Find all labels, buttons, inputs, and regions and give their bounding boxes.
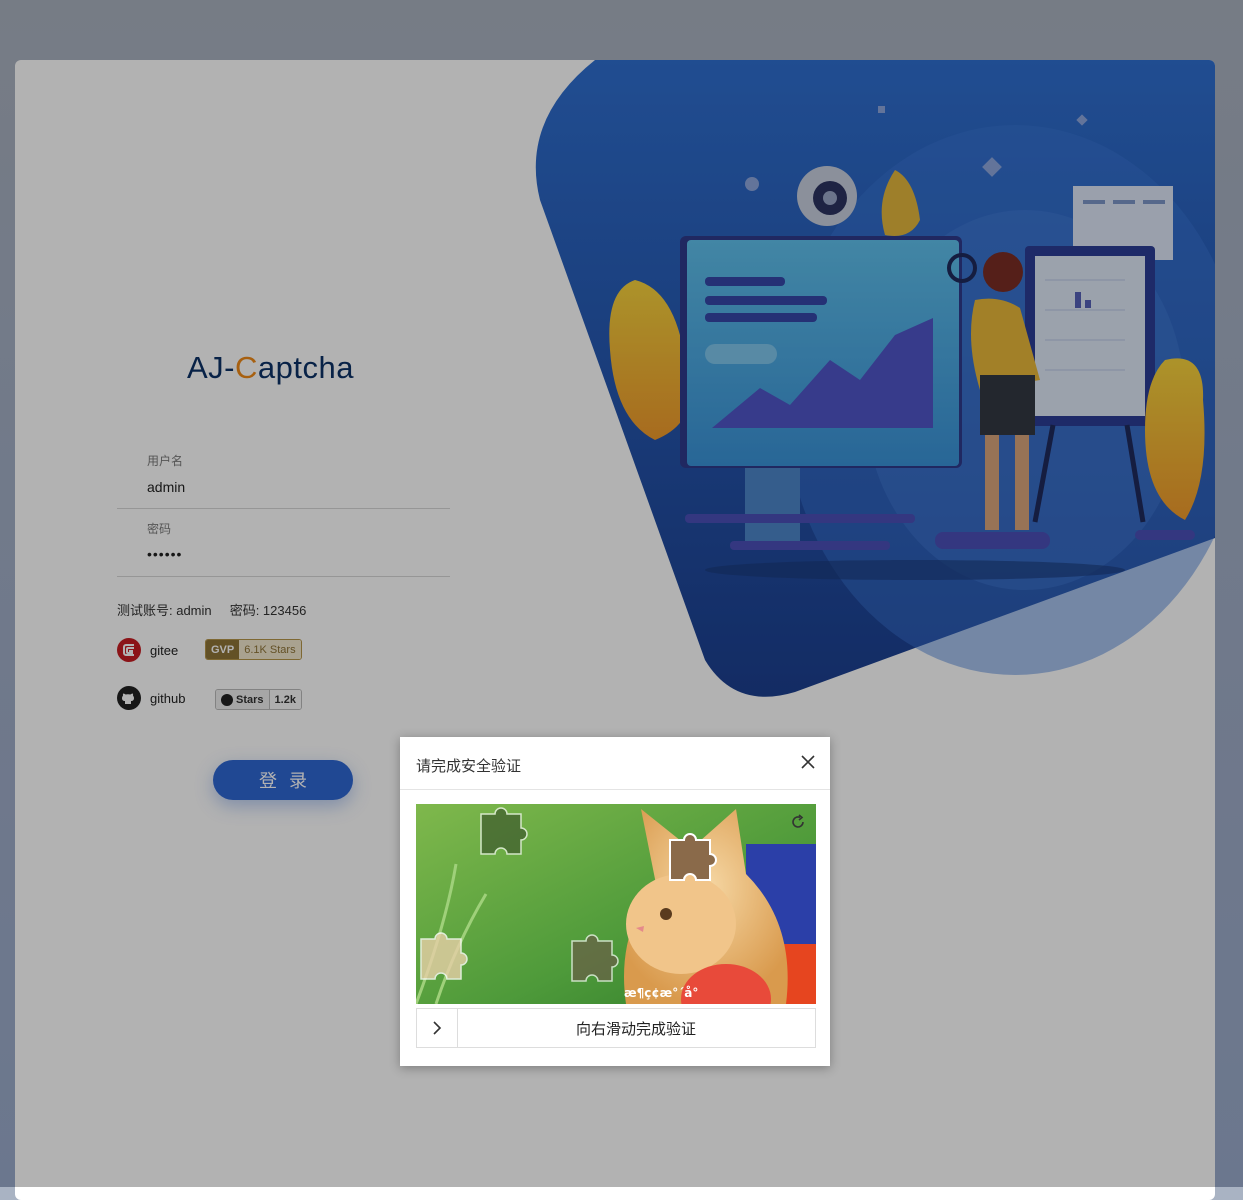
captcha-watermark: æ¶ç¢æ°´å° [624, 986, 698, 1000]
captcha-dialog: 请完成安全验证 æ¶ç¢æ°´å° 向右滑动完成验证 [400, 737, 830, 1066]
chevron-right-icon [433, 1021, 442, 1035]
slider-track: 向右滑动完成验证 [416, 1008, 816, 1048]
close-icon[interactable] [800, 754, 816, 770]
slider-hint: 向右滑动完成验证 [575, 1020, 696, 1038]
cat-photo: æ¶ç¢æ°´å° [416, 804, 816, 1004]
dialog-title: 请完成安全验证 [416, 758, 522, 775]
captcha-image: æ¶ç¢æ°´å° [416, 804, 816, 1004]
refresh-icon[interactable] [790, 814, 806, 830]
slider-handle[interactable] [417, 1009, 458, 1047]
dialog-header: 请完成安全验证 [400, 737, 830, 790]
